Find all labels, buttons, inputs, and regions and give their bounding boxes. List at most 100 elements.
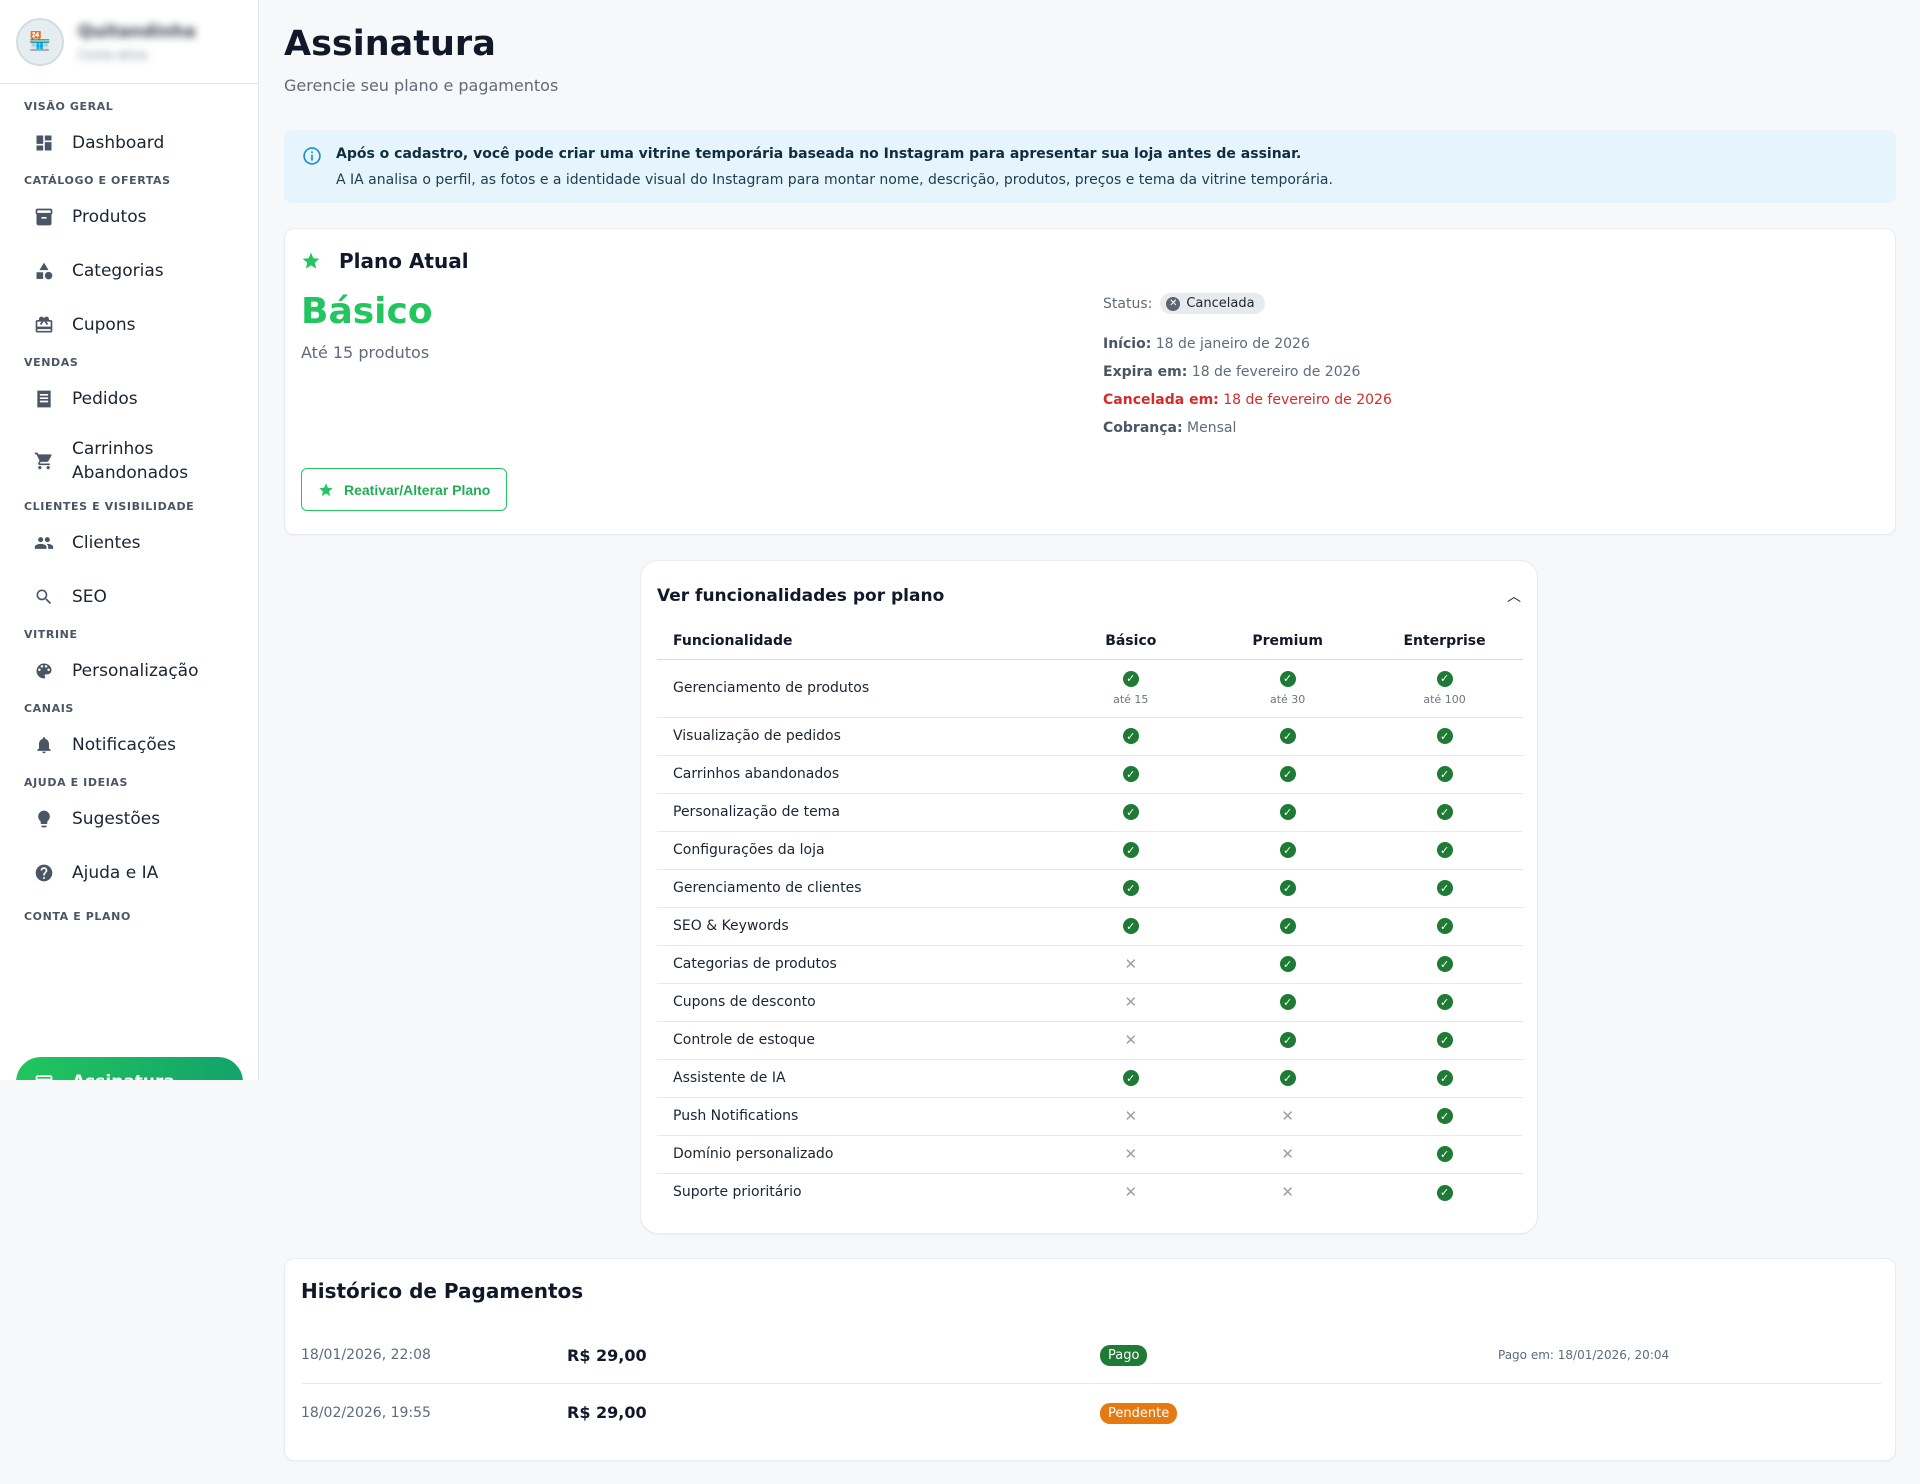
check-icon: ✓ — [1436, 842, 1453, 859]
sidebar-item-label: Personalização — [72, 661, 199, 681]
sidebar-item-sugestoes[interactable]: Sugestões — [0, 792, 258, 846]
feature-cell-basic: ✕ — [1052, 1173, 1209, 1211]
table-row: SEO & Keywords ✓ ✓ ✓ — [657, 907, 1523, 946]
check-icon: ✓ — [1436, 670, 1453, 687]
check-icon: ✓ — [1279, 728, 1296, 745]
check-icon: ✓ — [1279, 956, 1296, 973]
avatar: 🏪 — [16, 17, 64, 66]
feature-cell-premium: ✓ — [1209, 831, 1367, 870]
check-icon: ✓ — [1436, 804, 1453, 821]
check-icon: ✓ — [1436, 1108, 1453, 1125]
payment-status-cell: Pago — [1100, 1344, 1498, 1366]
feature-cell-basic: ✓ — [1052, 869, 1210, 908]
feature-cell-premium: ✓ — [1209, 1059, 1367, 1098]
sidebar-item-cupons[interactable]: Cupons — [0, 298, 258, 352]
category-icon — [34, 261, 54, 281]
cancelled-date-row: Cancelada em: 18 de fevereiro de 2026 — [1103, 386, 1392, 414]
payment-history-card: Histórico de Pagamentos 18/01/2026, 22:0… — [284, 1258, 1896, 1461]
cross-icon: ✕ — [1124, 1145, 1138, 1163]
sidebar-item-clientes[interactable]: Clientes — [0, 516, 258, 570]
section-label-conta: CONTA E PLANO — [24, 909, 131, 923]
feature-cell-enterprise: ✓ — [1366, 793, 1523, 832]
feature-name: Gerenciamento de produtos — [657, 659, 1053, 718]
feature-cell-enterprise: ✓ — [1366, 1059, 1523, 1098]
info-description: A IA analisa o perfil, as fotos e a iden… — [336, 172, 1333, 188]
feature-cell-premium: ✓ — [1209, 755, 1367, 794]
info-text: Após o cadastro, você pode criar uma vit… — [336, 144, 1333, 189]
cross-icon: ✕ — [1124, 1107, 1138, 1125]
sidebar-item-label: Cupons — [72, 315, 136, 335]
sidebar-item-personalizacao[interactable]: Personalização — [0, 644, 258, 698]
status-badge: ✕ Cancelada — [1160, 293, 1265, 314]
sidebar-item-notificacoes[interactable]: Notificações — [0, 718, 258, 772]
history-title: Histórico de Pagamentos — [301, 1279, 584, 1303]
sidebar-item-assinatura[interactable]: Assinatura — [16, 1057, 243, 1080]
cancelled-label: Cancelada em: — [1103, 392, 1219, 408]
check-icon: ✓ — [1279, 880, 1296, 897]
feature-cell-enterprise: ✓ — [1366, 983, 1523, 1022]
table-row: Categorias de produtos ✕ ✓ ✓ — [657, 945, 1523, 984]
current-plan-card: Plano Atual Básico Até 15 produtos Statu… — [284, 228, 1896, 535]
expires-label: Expira em: — [1103, 364, 1188, 380]
page-subtitle: Gerencie seu plano e pagamentos — [284, 76, 559, 95]
sidebar-item-label: Dashboard — [72, 133, 165, 153]
sidebar-item-ajuda-ia[interactable]: Ajuda e IA — [0, 846, 258, 900]
start-date-row: Início: 18 de janeiro de 2026 — [1103, 330, 1392, 358]
reactivate-plan-button[interactable]: Reativar/Alterar Plano — [301, 468, 508, 511]
sidebar: 🏪 Quitandinha Conta ativa VISÃO GERAL Da… — [0, 0, 259, 1080]
check-icon: ✓ — [1122, 804, 1139, 821]
sidebar-item-label: Clientes — [72, 533, 141, 553]
sidebar-item-categorias[interactable]: Categorias — [0, 244, 258, 298]
info-banner: Após o cadastro, você pode criar uma vit… — [284, 130, 1896, 203]
check-icon: ✓ — [1279, 918, 1296, 935]
check-icon: ✓ — [1436, 994, 1453, 1011]
info-icon — [303, 147, 321, 165]
features-card: Ver funcionalidades por plano ︿ Funciona… — [640, 560, 1538, 1234]
feature-cell-premium: ✕ — [1209, 1173, 1366, 1211]
section-label-vendas: VENDAS — [24, 355, 79, 369]
cross-icon: ✕ — [1281, 1183, 1294, 1202]
check-icon: ✓ — [1436, 1032, 1453, 1049]
billing-row: Cobrança: Mensal — [1103, 414, 1392, 442]
feature-cell-enterprise: ✓ até 100 — [1366, 659, 1523, 718]
sidebar-item-pedidos[interactable]: Pedidos — [0, 372, 258, 426]
table-row: Gerenciamento de clientes ✓ ✓ ✓ — [657, 869, 1523, 908]
check-icon: ✓ — [1122, 880, 1139, 897]
features-accordion-toggle[interactable]: Ver funcionalidades por plano ︿ — [657, 579, 1521, 613]
sidebar-item-label: Notificações — [72, 735, 177, 755]
table-row: Suporte prioritário ✕ ✕ ✓ — [657, 1173, 1523, 1211]
sidebar-item-dashboard[interactable]: Dashboard — [0, 116, 258, 170]
feature-name: Domínio personalizado — [657, 1135, 1053, 1174]
check-icon: ✓ — [1436, 880, 1453, 897]
sidebar-item-produtos[interactable]: Produtos — [0, 190, 258, 244]
feature-name: Cupons de desconto — [657, 983, 1053, 1022]
feature-cell-premium: ✓ — [1209, 1021, 1367, 1060]
check-icon: ✓ — [1436, 766, 1453, 783]
feature-cell-enterprise: ✓ — [1366, 907, 1523, 946]
credit-card-icon — [34, 1072, 54, 1080]
billing-value: Mensal — [1187, 420, 1237, 436]
feature-cell-enterprise: ✓ — [1366, 1097, 1523, 1136]
receipt-icon — [34, 389, 54, 409]
check-icon: ✓ — [1122, 728, 1139, 745]
sidebar-item-seo[interactable]: SEO — [0, 570, 258, 624]
sidebar-item-carrinhos[interactable]: Carrinhos Abandonados — [0, 426, 258, 496]
limit-note: até 100 — [1423, 692, 1466, 706]
plan-header: Plano Atual — [301, 249, 469, 273]
section-label-canais: CANAIS — [24, 701, 74, 715]
feature-cell-premium: ✓ — [1209, 717, 1367, 756]
cross-icon: ✕ — [1124, 1183, 1138, 1202]
section-label-clientes: CLIENTES E VISIBILIDADE — [24, 499, 195, 513]
feature-name: SEO & Keywords — [657, 907, 1053, 946]
profile-subtitle: Conta ativa — [78, 47, 148, 62]
check-icon: ✓ — [1279, 804, 1296, 821]
section-label-catalogo: CATÁLOGO E OFERTAS — [24, 173, 171, 187]
sidebar-item-label: Carrinhos Abandonados — [72, 439, 189, 483]
feature-cell-basic: ✕ — [1052, 1097, 1210, 1136]
cancelled-value: 18 de fevereiro de 2026 — [1223, 392, 1392, 408]
profile-name: Quitandinha — [78, 21, 196, 42]
plan-header-title: Plano Atual — [339, 249, 469, 273]
table-row: Controle de estoque ✕ ✓ ✓ — [657, 1021, 1523, 1060]
feature-cell-basic: ✕ — [1052, 945, 1210, 984]
profile-header[interactable]: 🏪 Quitandinha Conta ativa — [0, 0, 258, 84]
